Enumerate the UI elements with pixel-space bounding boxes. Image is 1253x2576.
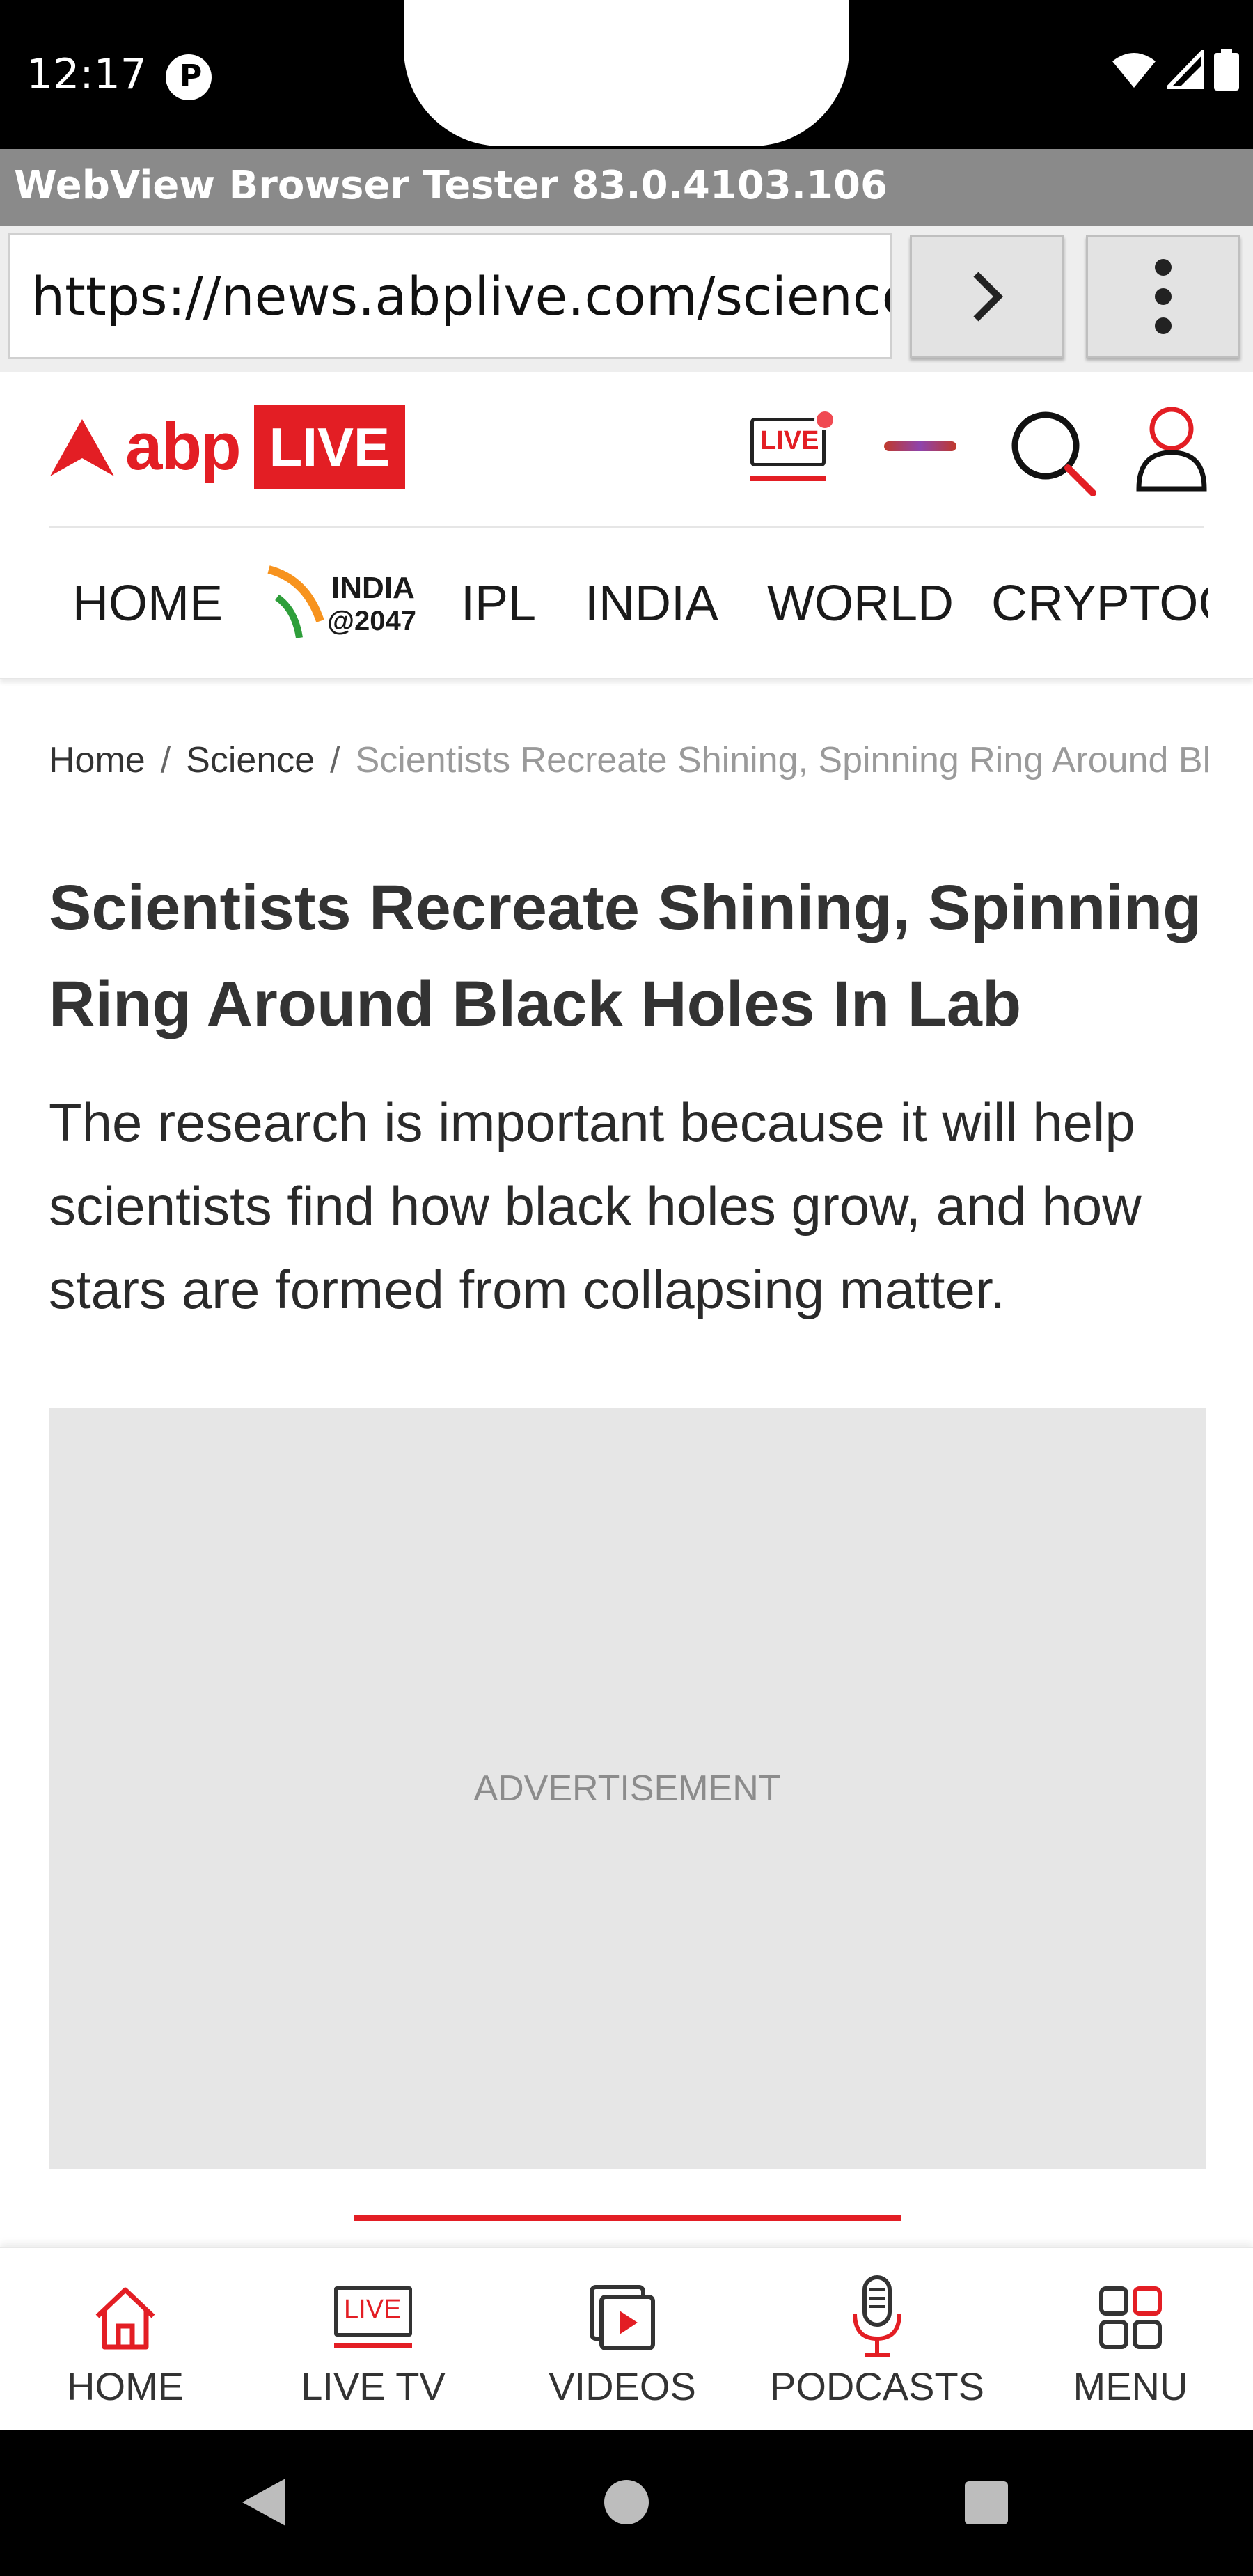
status-time: 12:17 bbox=[26, 50, 147, 99]
live-tv-icon: LIVE bbox=[334, 2286, 412, 2349]
chevron-right-icon bbox=[973, 272, 1004, 322]
bottom-nav-live-tv-label: LIVE TV bbox=[301, 2364, 446, 2408]
user-profile-icon[interactable] bbox=[1133, 407, 1210, 494]
article-headline: Scientists Recreate Shining, Spinning Ri… bbox=[49, 872, 1202, 1039]
article-summary: The research is important because it wil… bbox=[49, 1092, 1142, 1320]
recents-square-icon[interactable] bbox=[965, 2481, 1008, 2524]
abp-live-logo[interactable]: abp LIVE bbox=[49, 405, 406, 489]
abp-logo-icon bbox=[50, 419, 114, 476]
bottom-nav-podcasts-label: PODCASTS bbox=[769, 2364, 985, 2408]
search-icon[interactable] bbox=[1009, 409, 1097, 497]
back-icon[interactable] bbox=[239, 2476, 288, 2529]
breadcrumb-home[interactable]: Home bbox=[49, 740, 145, 780]
microphone-icon bbox=[853, 2275, 901, 2357]
status-icons bbox=[1111, 49, 1239, 91]
breadcrumb: Home / Science / Scientists Recreate Shining… bbox=[49, 739, 1208, 781]
bottom-nav-videos[interactable]: VIDEOS bbox=[497, 2248, 748, 2430]
nav-world[interactable]: WORLD bbox=[767, 575, 954, 632]
webview-title: WebView Browser Tester 83.0.4103.106 bbox=[14, 163, 888, 208]
signal-icon bbox=[1167, 50, 1204, 89]
bottom-nav-live-tv[interactable]: LIVE LIVE TV bbox=[248, 2248, 498, 2430]
tricolor-swoosh-icon bbox=[267, 565, 324, 638]
promo-banner-icon[interactable] bbox=[884, 441, 956, 451]
bottom-nav-videos-label: VIDEOS bbox=[549, 2364, 696, 2408]
app-notification-icon: P bbox=[166, 54, 212, 100]
bottom-nav-menu[interactable]: MENU bbox=[1005, 2248, 1253, 2430]
system-navigation-bar bbox=[0, 2430, 1253, 2576]
battery-icon bbox=[1214, 49, 1239, 91]
advertisement-label: ADVERTISEMENT bbox=[473, 1768, 781, 1809]
top-nav: HOME INDIA @2047 IPL INDIA WORLD CRYPTOC… bbox=[0, 529, 1253, 679]
home-icon bbox=[95, 2287, 155, 2350]
bottom-nav-menu-label: MENU bbox=[1073, 2364, 1188, 2408]
bottom-nav-home-label: HOME bbox=[67, 2364, 184, 2408]
logo-text: abp bbox=[125, 409, 242, 484]
overflow-menu-button[interactable] bbox=[1086, 235, 1240, 358]
go-button[interactable] bbox=[910, 235, 1064, 358]
bottom-nav-home[interactable]: HOME bbox=[0, 2248, 251, 2430]
home-circle-icon[interactable] bbox=[604, 2480, 649, 2524]
videos-icon bbox=[590, 2285, 655, 2350]
grid-menu-icon bbox=[1099, 2286, 1162, 2349]
header-divider bbox=[49, 526, 1204, 528]
bottom-nav-podcasts[interactable]: PODCASTS bbox=[752, 2248, 1002, 2430]
webview-title-bar: WebView Browser Tester 83.0.4103.106 bbox=[0, 149, 1253, 226]
nav-ipl[interactable]: IPL bbox=[461, 575, 536, 632]
scroll-progress-bar bbox=[354, 2215, 901, 2221]
bottom-nav: HOME LIVE LIVE TV VIDEOS PODCASTS MENU bbox=[0, 2247, 1253, 2430]
live-tv-header-icon[interactable]: LIVE bbox=[748, 408, 835, 485]
site-header: abp LIVE LIVE bbox=[0, 372, 1253, 526]
nav-india[interactable]: INDIA bbox=[585, 575, 718, 632]
url-toolbar: https://news.abplive.com/science/ bbox=[0, 226, 1253, 372]
camera-notch bbox=[404, 0, 849, 146]
more-vert-icon bbox=[1155, 259, 1172, 334]
india-2047-badge[interactable]: INDIA @2047 bbox=[265, 565, 418, 642]
breadcrumb-current: Scientists Recreate Shining, Spinning Ri… bbox=[355, 740, 1208, 780]
advertisement-slot[interactable]: ADVERTISEMENT bbox=[49, 1408, 1206, 2169]
status-bar: 12:17 P bbox=[0, 0, 1253, 149]
nav-cryptocurrency[interactable]: CRYPTOCURRENCY bbox=[991, 575, 1208, 632]
url-text: https://news.abplive.com/science/ bbox=[31, 265, 892, 327]
live-dot-icon bbox=[814, 409, 835, 430]
nav-overflow-clip: CRYPTOCURRENCY bbox=[988, 529, 1208, 678]
nav-home[interactable]: HOME bbox=[72, 575, 223, 632]
url-input[interactable]: https://news.abplive.com/science/ bbox=[8, 233, 892, 359]
breadcrumb-science[interactable]: Science bbox=[186, 740, 315, 780]
wifi-icon bbox=[1112, 53, 1156, 88]
logo-live-badge: LIVE bbox=[253, 405, 406, 489]
